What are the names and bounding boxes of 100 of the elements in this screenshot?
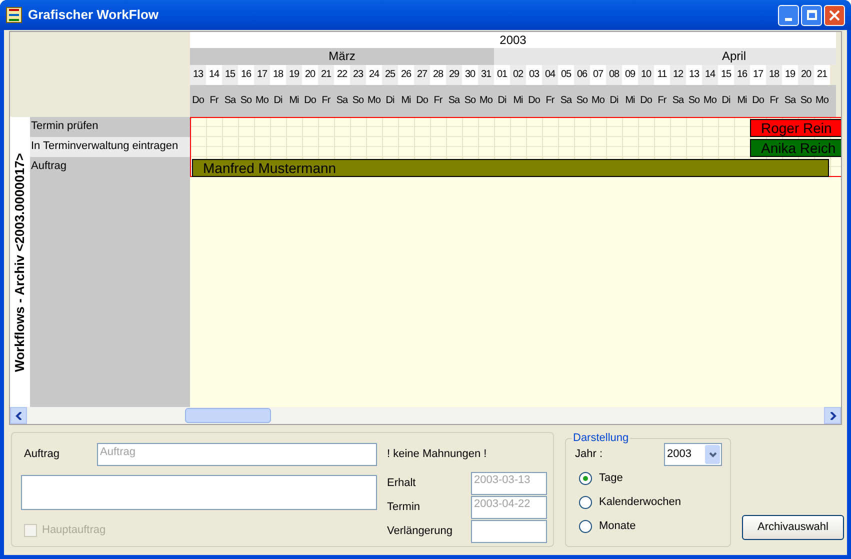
weekday-label: Sa xyxy=(447,94,461,108)
day-number: 23 xyxy=(350,65,366,85)
scroll-left-icon[interactable] xyxy=(14,412,22,420)
archive-vertical-label: Workflows - Archiv <2003.0000017> xyxy=(11,152,28,372)
day-number: 10 xyxy=(638,65,654,85)
day-number: 30 xyxy=(462,65,478,85)
date-input[interactable] xyxy=(471,520,547,542)
day-number: 02 xyxy=(510,65,526,85)
day-number: 22 xyxy=(334,65,350,85)
day-number: 28 xyxy=(430,65,446,85)
day-number: 26 xyxy=(398,65,414,85)
weekday-label: Mi xyxy=(624,94,636,108)
day-number: 08 xyxy=(606,65,622,85)
day-number: 17 xyxy=(750,65,766,85)
radio-label: Kalenderwochen xyxy=(599,495,681,510)
radio-button[interactable] xyxy=(579,520,592,533)
day-number: 13 xyxy=(190,65,206,85)
weekday-label: Di xyxy=(384,94,396,108)
weekday-label: Mi xyxy=(736,94,748,108)
day-number: 16 xyxy=(238,65,254,85)
day-number: 17 xyxy=(254,65,270,85)
display-group-title: Darstellung xyxy=(572,430,630,446)
weekday-label: Fr xyxy=(544,94,556,108)
day-number: 09 xyxy=(622,65,638,85)
reminder-status-text: ! keine Mahnungen ! xyxy=(387,447,488,462)
weekday-label: Di xyxy=(608,94,620,108)
weekday-label: So xyxy=(575,94,589,108)
weekday-label: Mo xyxy=(254,94,270,108)
day-number: 13 xyxy=(686,65,702,85)
day-number: 19 xyxy=(286,65,302,85)
weekday-label: Fr xyxy=(320,94,332,108)
day-number: 27 xyxy=(414,65,430,85)
weekday-label: Di xyxy=(720,94,732,108)
main-order-label: Hauptauftrag xyxy=(42,523,106,538)
weekday-label: So xyxy=(687,94,701,108)
year-dropdown[interactable]: 2003 xyxy=(664,443,722,466)
weekday-label: Mo xyxy=(814,94,830,108)
weekday-label: Fr xyxy=(656,94,668,108)
day-number: 15 xyxy=(718,65,734,85)
radio-label: Tage xyxy=(599,471,623,486)
weekday-label: Mi xyxy=(400,94,412,108)
task-bar[interactable]: Manfred Mustermann xyxy=(192,159,829,177)
weekday-label: Mi xyxy=(288,94,300,108)
day-number: 01 xyxy=(494,65,510,85)
day-number: 20 xyxy=(798,65,814,85)
day-number: 18 xyxy=(766,65,782,85)
weekday-label: Fr xyxy=(768,94,780,108)
date-label: Erhalt xyxy=(387,476,417,491)
order-input[interactable]: Auftrag xyxy=(97,443,377,466)
date-label: Verlängerung xyxy=(387,524,454,539)
radio-button[interactable] xyxy=(579,472,592,485)
weekday-label: Mi xyxy=(512,94,524,108)
task-bar[interactable]: Anika Reich xyxy=(750,139,841,157)
year-label: Jahr : xyxy=(575,447,604,462)
weekday-label: Sa xyxy=(783,94,797,108)
description-field[interactable] xyxy=(21,475,377,510)
day-number: 29 xyxy=(446,65,462,85)
archive-select-button[interactable]: Archivauswahl xyxy=(742,515,844,540)
date-label: Termin xyxy=(387,500,422,515)
day-number: 24 xyxy=(366,65,382,85)
day-number: 15 xyxy=(222,65,238,85)
weekday-label: Do xyxy=(415,94,429,108)
weekday-label: Do xyxy=(639,94,653,108)
maximize-button[interactable] xyxy=(801,4,822,26)
scroll-thumb[interactable] xyxy=(185,408,271,423)
radio-button[interactable] xyxy=(579,496,592,509)
day-number: 31 xyxy=(478,65,494,85)
weekday-label: Mo xyxy=(702,94,718,108)
weekday-label: Do xyxy=(191,94,205,108)
day-number: 18 xyxy=(270,65,286,85)
weekday-label: Di xyxy=(272,94,284,108)
weekday-label: Mo xyxy=(366,94,382,108)
minimize-button[interactable] xyxy=(778,4,799,26)
day-number: 14 xyxy=(206,65,222,85)
month-header: April xyxy=(494,48,836,65)
month-header: März xyxy=(190,48,494,65)
day-number: 25 xyxy=(382,65,398,85)
day-number: 06 xyxy=(574,65,590,85)
weekday-label: Di xyxy=(496,94,508,108)
day-number: 16 xyxy=(734,65,750,85)
task-label: In Terminverwaltung eintragen xyxy=(30,137,190,157)
scroll-right-icon[interactable] xyxy=(828,412,836,420)
day-number: 19 xyxy=(782,65,798,85)
day-number: 14 xyxy=(702,65,718,85)
weekday-label: So xyxy=(799,94,813,108)
order-label: Auftrag xyxy=(23,447,60,462)
day-number: 12 xyxy=(670,65,686,85)
task-bar[interactable]: Roger Rein xyxy=(750,119,841,137)
weekday-label: Do xyxy=(303,94,317,108)
horizontal-scrollbar[interactable] xyxy=(10,407,841,424)
close-icon xyxy=(829,10,840,20)
day-number: 03 xyxy=(526,65,542,85)
weekday-label: Fr xyxy=(432,94,444,108)
weekday-label: Do xyxy=(751,94,765,108)
weekday-label: Sa xyxy=(335,94,349,108)
weekday-label: So xyxy=(351,94,365,108)
weekday-label: Sa xyxy=(223,94,237,108)
day-number: 05 xyxy=(558,65,574,85)
close-button[interactable] xyxy=(824,4,845,26)
weekday-label: Mo xyxy=(590,94,606,108)
